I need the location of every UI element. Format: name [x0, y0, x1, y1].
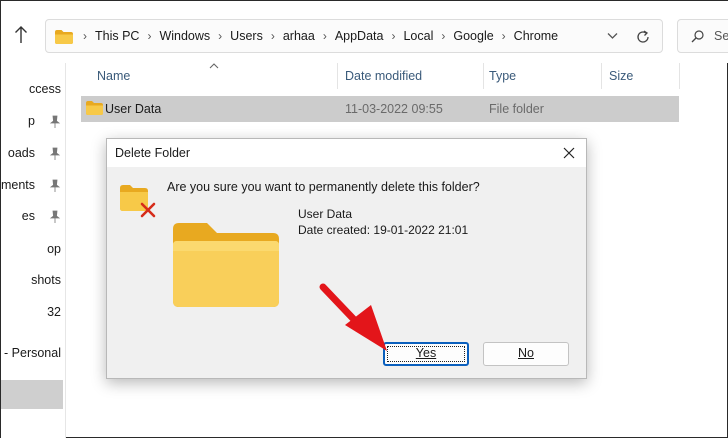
- address-bar[interactable]: › This PC › Windows › Users › arhaa › Ap…: [45, 19, 663, 53]
- dialog-title: Delete Folder: [115, 146, 191, 160]
- item-date-label: Date created:: [298, 223, 371, 237]
- item-date-created: Date created: 19-01-2022 21:01: [298, 223, 468, 237]
- column-date-modified[interactable]: Date modified: [345, 69, 422, 83]
- chevron-down-icon[interactable]: [607, 32, 618, 40]
- sidebar-item-downloads[interactable]: oads: [1, 143, 65, 165]
- breadcrumb: › This PC › Windows › Users › arhaa › Ap…: [76, 20, 559, 52]
- sidebar-item-screenshots[interactable]: shots: [1, 270, 65, 292]
- sidebar-item-label: oads: [7, 146, 35, 160]
- close-button[interactable]: [552, 139, 586, 167]
- sidebar-item-pictures[interactable]: es: [1, 206, 65, 228]
- sidebar-item-quick-access[interactable]: ccess: [1, 79, 65, 101]
- chevron-right-icon: ›: [441, 29, 446, 43]
- breadcrumb-windows[interactable]: Windows: [158, 29, 211, 43]
- breadcrumb-local[interactable]: Local: [402, 29, 434, 43]
- navigation-pane: ccess p oads ments es op shots 32 e - Pe…: [1, 63, 65, 438]
- sidebar-item-label: op: [47, 242, 61, 256]
- sidebar-item-label: ccess: [29, 82, 61, 96]
- sidebar-item-onedrive[interactable]: e - Personal: [1, 343, 65, 365]
- item-name: User Data: [298, 207, 353, 221]
- yes-button[interactable]: Yes: [383, 342, 469, 366]
- file-date-modified: 11-03-2022 09:55: [345, 102, 443, 116]
- sidebar-item-label: 32: [47, 305, 61, 319]
- breadcrumb-users[interactable]: Users: [229, 29, 264, 43]
- sidebar-item-system32[interactable]: 32: [1, 302, 65, 324]
- column-separator[interactable]: [337, 63, 338, 89]
- no-button-label: No: [518, 346, 534, 360]
- close-icon: [563, 147, 575, 159]
- chevron-right-icon: ›: [147, 29, 152, 43]
- breadcrumb-appdata[interactable]: AppData: [334, 29, 385, 43]
- pin-icon: [49, 179, 61, 192]
- pin-icon: [49, 210, 61, 223]
- breadcrumb-chrome[interactable]: Chrome: [513, 29, 559, 43]
- no-button[interactable]: No: [483, 342, 569, 366]
- pane-divider[interactable]: [65, 63, 66, 438]
- item-date-value: 19-01-2022 21:01: [373, 223, 469, 237]
- breadcrumb-this-pc[interactable]: This PC: [94, 29, 140, 43]
- sidebar-item-desktop-folder[interactable]: op: [1, 239, 65, 261]
- sidebar-item-label: es: [21, 209, 35, 223]
- sidebar-item-label: ments: [1, 178, 35, 192]
- dialog-titlebar[interactable]: Delete Folder: [107, 139, 586, 167]
- search-icon: [691, 30, 704, 43]
- folder-icon: [86, 101, 103, 115]
- column-type[interactable]: Type: [489, 69, 516, 83]
- sidebar-item-this-pc[interactable]: [1, 380, 63, 409]
- chevron-right-icon: ›: [218, 29, 223, 43]
- column-separator[interactable]: [679, 63, 680, 89]
- focus-ring: [387, 346, 465, 362]
- sidebar-item-label: shots: [31, 273, 61, 287]
- chevron-right-icon: ›: [83, 29, 87, 43]
- folder-icon: [55, 30, 73, 44]
- file-type: File folder: [489, 102, 544, 116]
- folder-icon: [173, 223, 279, 307]
- annotation-arrow-icon: [319, 283, 387, 351]
- pin-icon: [49, 147, 61, 160]
- column-header: Name Date modified Type Size: [81, 63, 681, 91]
- file-name: User Data: [105, 102, 162, 116]
- pin-icon: [49, 115, 61, 128]
- breadcrumb-arhaa[interactable]: arhaa: [282, 29, 316, 43]
- refresh-icon[interactable]: [636, 30, 650, 44]
- chevron-right-icon: ›: [322, 29, 327, 43]
- sidebar-item-documents[interactable]: ments: [1, 175, 65, 197]
- search-placeholder: Se: [714, 29, 728, 43]
- sidebar-item-label: e - Personal: [1, 346, 61, 360]
- column-separator[interactable]: [483, 63, 484, 89]
- up-arrow-icon[interactable]: [13, 25, 29, 45]
- breadcrumb-google[interactable]: Google: [452, 29, 494, 43]
- explorer-toolbar: › This PC › Windows › Users › arhaa › Ap…: [1, 1, 728, 63]
- folder-delete-icon: [120, 185, 156, 218]
- column-name[interactable]: Name: [97, 69, 130, 83]
- chevron-right-icon: ›: [391, 29, 396, 43]
- dialog-question: Are you sure you want to permanently del…: [167, 180, 480, 194]
- sidebar-item-desktop[interactable]: p: [1, 111, 65, 133]
- column-size[interactable]: Size: [609, 69, 633, 83]
- sidebar-item-label: p: [28, 114, 35, 128]
- chevron-right-icon: ›: [501, 29, 506, 43]
- table-row[interactable]: User Data 11-03-2022 09:55 File folder: [81, 96, 679, 122]
- column-separator[interactable]: [601, 63, 602, 89]
- chevron-right-icon: ›: [270, 29, 275, 43]
- sort-ascending-icon: [209, 63, 219, 69]
- search-input[interactable]: Se: [677, 19, 728, 53]
